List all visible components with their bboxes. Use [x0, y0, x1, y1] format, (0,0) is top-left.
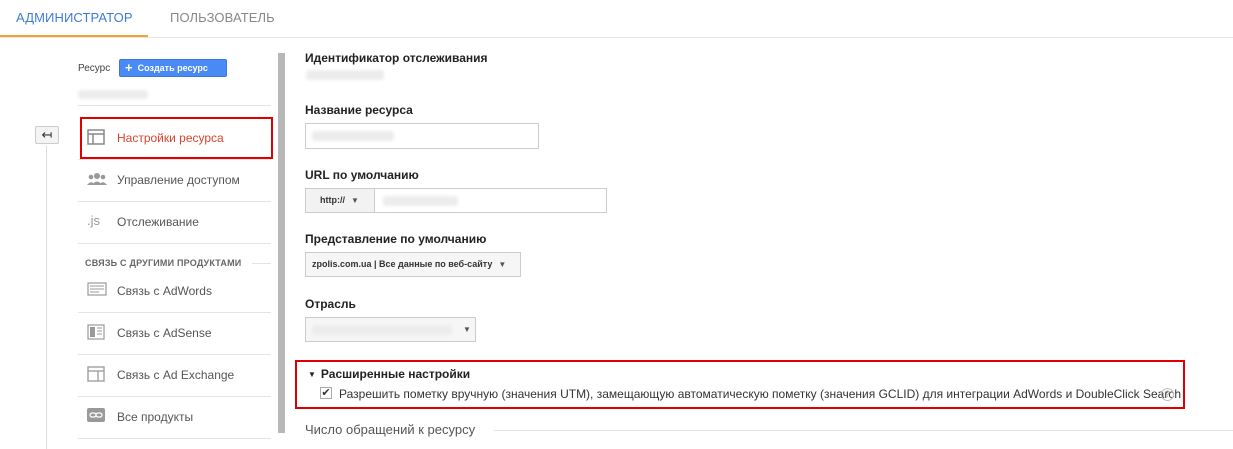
js-icon: .js: [87, 213, 100, 228]
industry-value-redacted: [312, 325, 452, 335]
sidebar-divider: [78, 105, 271, 106]
sidebar-item-label: Все продукты: [117, 410, 194, 424]
sidebar-divider: [78, 438, 271, 439]
sidebar-item-label: Связь с AdSense: [117, 326, 212, 340]
top-tabs: АДМИНИСТРАТОР ПОЛЬЗОВАТЕЛЬ: [0, 0, 1233, 38]
tab-user[interactable]: ПОЛЬЗОВАТЕЛЬ: [170, 10, 275, 25]
sidebar-divider: [78, 243, 271, 244]
chevron-down-icon: ▼: [498, 260, 507, 269]
protocol-select[interactable]: http:// ▼: [305, 188, 375, 213]
create-resource-label: Создать ресурс: [137, 63, 208, 73]
manual-tagging-label: Разрешить пометку вручную (значения UTM)…: [339, 387, 1181, 401]
section-divider: [494, 430, 1233, 431]
sidebar-item-adexchange-link[interactable]: Связь с Ad Exchange: [83, 355, 270, 395]
link-icon: [87, 408, 107, 424]
industry-label: Отрасль: [305, 297, 356, 311]
adexchange-icon: [87, 366, 107, 382]
industry-select[interactable]: ▼: [305, 317, 476, 342]
default-url-value-redacted: [383, 196, 458, 206]
section-divider: [252, 263, 271, 264]
manual-tagging-checkbox[interactable]: ✔: [320, 387, 332, 399]
default-view-select[interactable]: zpolis.com.ua | Все данные по веб-сайту ▼: [305, 252, 521, 277]
help-icon[interactable]: ?: [1161, 388, 1174, 401]
default-view-value: zpolis.com.ua | Все данные по веб-сайту: [312, 259, 493, 269]
tabs-divider: [0, 37, 1233, 38]
sidebar-item-label: Связь с Ad Exchange: [117, 368, 235, 382]
adwords-icon: [87, 282, 107, 298]
resource-label: Ресурс: [78, 63, 111, 74]
resource-selector-redacted[interactable]: [78, 90, 148, 99]
sidebar-item-adsense-link[interactable]: Связь с AdSense: [83, 313, 270, 353]
tracking-id-value-redacted: [306, 70, 384, 80]
tracking-id-label: Идентификатор отслеживания: [305, 51, 488, 65]
chevron-down-icon: ▼: [463, 325, 471, 334]
highlight-box-nav: [80, 117, 273, 159]
advanced-settings-title: Расширенные настройки: [320, 367, 471, 381]
create-resource-button[interactable]: + Создать ресурс: [119, 59, 227, 77]
sidebar-item-label: Отслеживание: [117, 215, 199, 229]
sidebar-scrollbar[interactable]: [278, 53, 285, 433]
plus-icon: +: [125, 60, 133, 75]
sidebar-item-label: Связь с AdWords: [117, 284, 212, 298]
protocol-value: http://: [320, 195, 345, 205]
sidebar-item-label: Управление доступом: [117, 173, 240, 187]
sidebar-item-tracking[interactable]: .js Отслеживание: [83, 202, 270, 242]
default-url-label: URL по умолчанию: [305, 168, 419, 182]
resource-name-label: Название ресурса: [305, 103, 413, 117]
sidebar-item-access-management[interactable]: Управление доступом: [83, 160, 270, 200]
resource-name-value-redacted: [312, 131, 394, 141]
people-icon: [87, 171, 107, 187]
advanced-settings-toggle[interactable]: ▼ Расширенные настройки: [308, 367, 470, 381]
default-url-input[interactable]: [374, 188, 607, 213]
adsense-icon: [87, 324, 107, 340]
sidebar-item-adwords-link[interactable]: Связь с AdWords: [83, 271, 270, 311]
chevron-down-icon: ▼: [351, 196, 359, 205]
tree-line: [46, 146, 47, 449]
back-arrow-icon[interactable]: ↤: [35, 126, 59, 144]
triangle-down-icon: ▼: [308, 370, 316, 379]
tab-admin[interactable]: АДМИНИСТРАТОР: [16, 10, 133, 25]
section-heading-product-links: СВЯЗЬ С ДРУГИМИ ПРОДУКТАМИ: [85, 258, 242, 268]
hits-section-label: Число обращений к ресурсу: [305, 422, 476, 437]
default-view-label: Представление по умолчанию: [305, 232, 487, 246]
sidebar-item-all-products[interactable]: Все продукты: [83, 397, 270, 437]
resource-name-input[interactable]: [305, 123, 539, 149]
